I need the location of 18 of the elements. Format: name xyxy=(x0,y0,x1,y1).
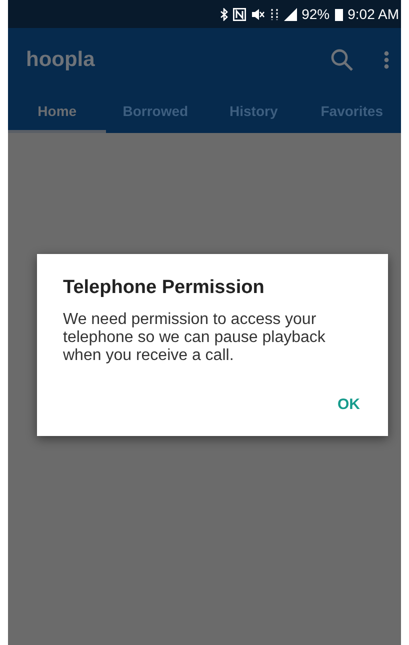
search-icon[interactable] xyxy=(330,48,354,72)
ok-button[interactable]: OK xyxy=(336,390,362,420)
tab[interactable]: Home xyxy=(8,92,106,133)
nfc-icon xyxy=(232,8,246,20)
dialog-title: Telephone Permission xyxy=(63,276,266,300)
app-title: hoopla xyxy=(26,47,96,74)
mute-icon xyxy=(250,8,265,20)
more-menu-icon[interactable] xyxy=(384,51,389,69)
tab[interactable]: History xyxy=(204,92,303,133)
dialog-message: We need permission to access your telephone so we can pause playback when you receive a call. xyxy=(63,310,326,366)
bluetooth-icon xyxy=(220,8,228,20)
signal-icon xyxy=(284,8,297,20)
tab[interactable]: Borrowed xyxy=(106,92,204,133)
battery-icon xyxy=(334,8,343,20)
battery-percent: 92% xyxy=(302,4,330,24)
clock-time: 9:02 AM xyxy=(348,4,399,24)
data-icon xyxy=(270,8,279,20)
tab[interactable]: Favorites xyxy=(302,92,401,133)
